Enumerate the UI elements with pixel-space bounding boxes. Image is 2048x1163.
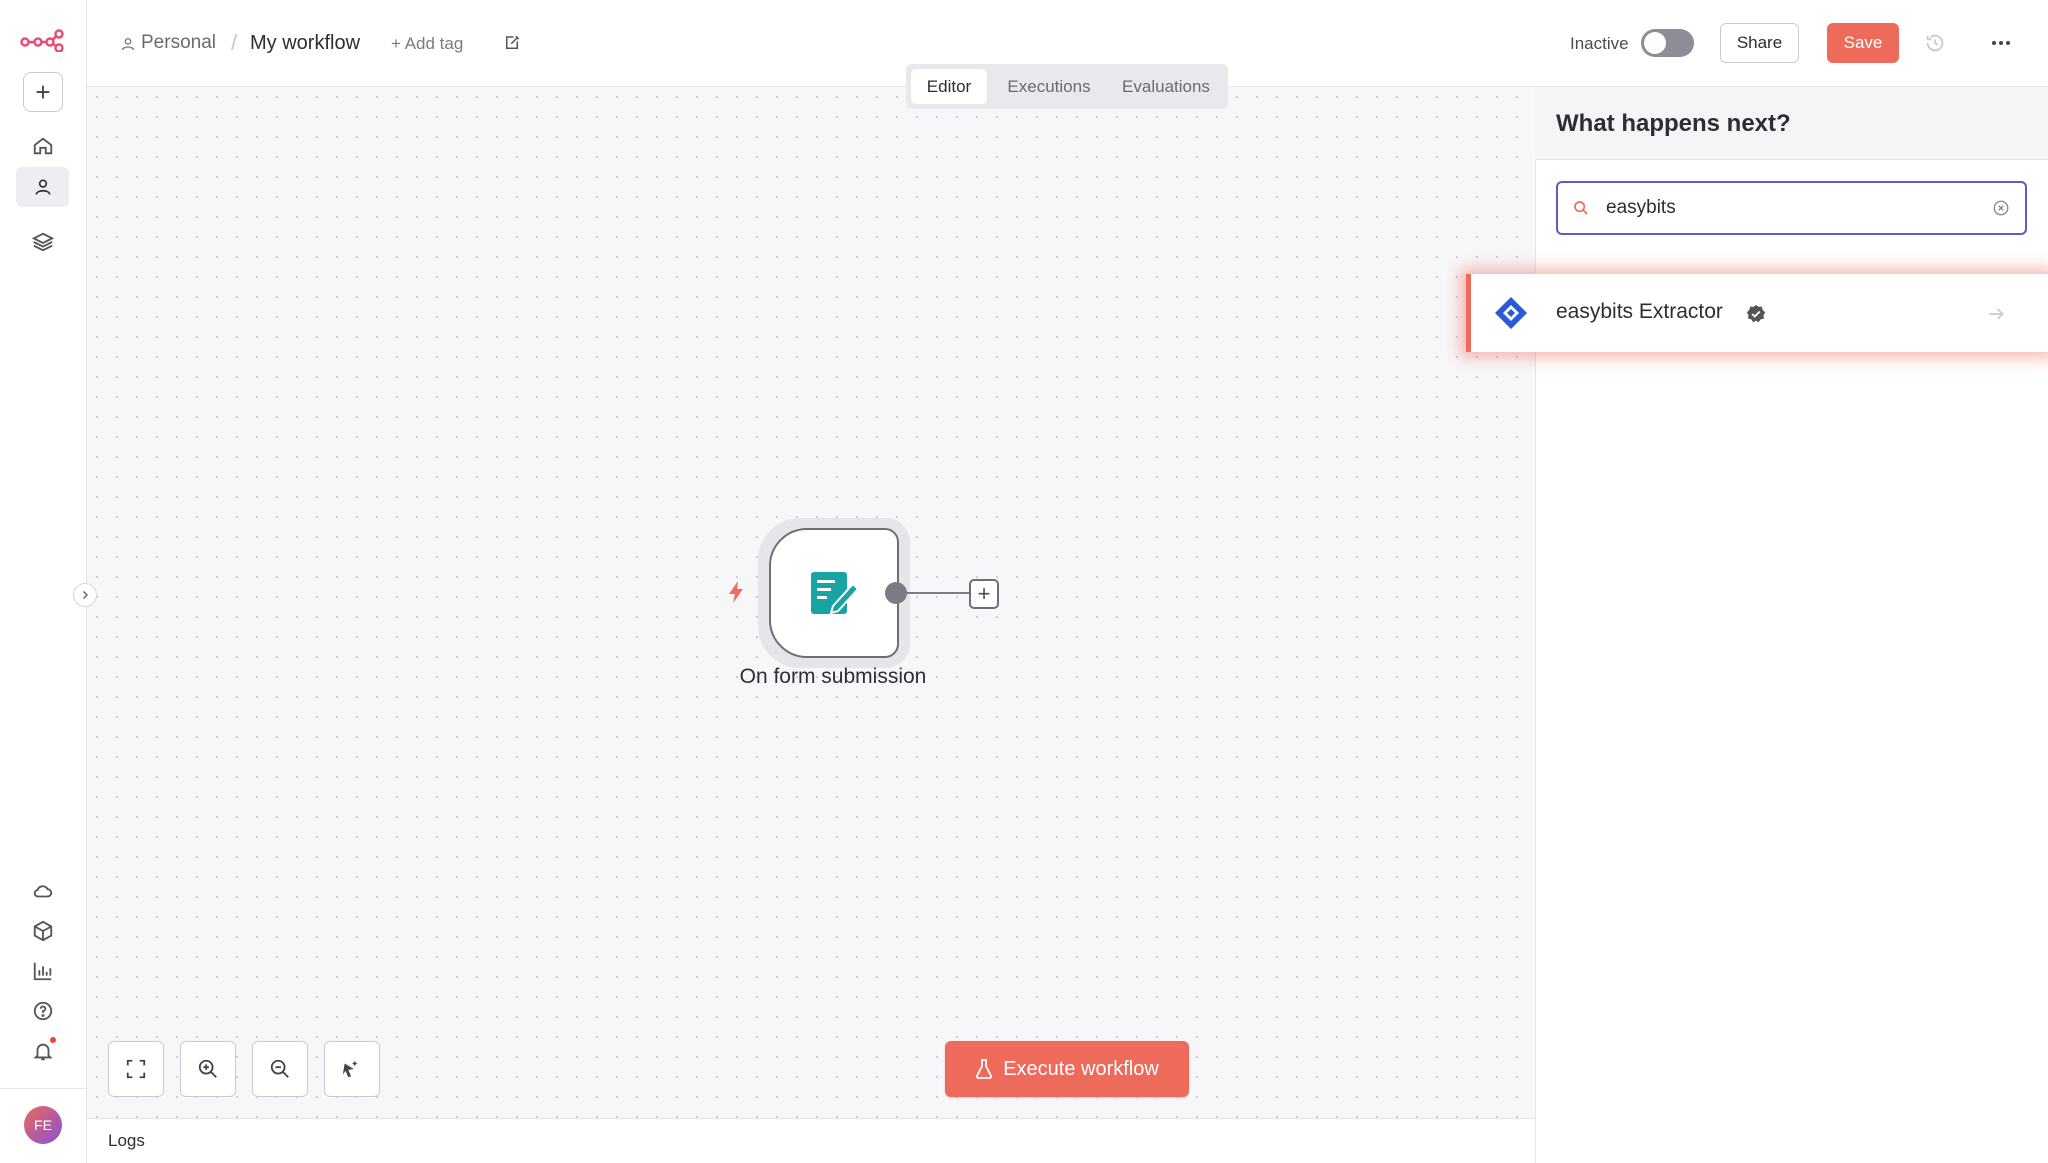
user-avatar[interactable]: FE [24, 1106, 62, 1144]
sidebar-item-templates[interactable] [23, 911, 63, 951]
active-status-label: Inactive [1570, 34, 1629, 53]
zoom-in-button[interactable] [180, 1041, 236, 1097]
breadcrumb-separator: / [231, 30, 238, 55]
share-button[interactable]: Share [1720, 23, 1799, 63]
sidebar-item-help[interactable] [23, 991, 63, 1031]
execute-workflow-button[interactable]: Execute workflow [945, 1041, 1189, 1097]
node-search-input[interactable] [1606, 192, 1986, 224]
expand-sidebar-button[interactable] [73, 583, 97, 607]
person-icon [122, 38, 134, 51]
fit-view-icon [126, 1059, 146, 1079]
sidebar-item-notifications[interactable] [23, 1031, 63, 1071]
flask-icon [976, 1059, 993, 1079]
form-icon [811, 572, 860, 615]
active-toggle[interactable] [1641, 29, 1694, 57]
node-output-handle[interactable] [885, 582, 907, 604]
clear-search-icon[interactable] [1992, 199, 2010, 217]
workflow-name[interactable]: My workflow [250, 32, 360, 55]
tab-evaluations[interactable]: Evaluations [1109, 69, 1223, 104]
tidy-up-icon [342, 1060, 358, 1078]
logs-label[interactable]: Logs [108, 1131, 145, 1151]
easybits-logo-icon [1495, 297, 1527, 329]
add-node-button[interactable]: + [969, 579, 999, 609]
fit-view-button[interactable] [108, 1041, 164, 1097]
toggle-knob [1644, 32, 1666, 54]
trigger-bolt-icon [729, 581, 743, 603]
sidebar-divider [0, 1088, 87, 1089]
zoom-out-button[interactable] [252, 1041, 308, 1097]
left-sidebar: + FE [0, 0, 87, 1163]
help-icon [33, 1001, 53, 1021]
sidebar-item-projects[interactable] [23, 222, 63, 262]
zoom-out-icon [270, 1059, 289, 1078]
node-connector [905, 592, 969, 594]
tab-editor[interactable]: Editor [911, 69, 987, 104]
save-button[interactable]: Save [1827, 23, 1899, 63]
verified-badge-icon [1746, 304, 1766, 323]
trigger-node[interactable] [769, 528, 899, 658]
n8n-logo-icon[interactable] [20, 28, 64, 52]
plus-icon: + [977, 581, 991, 606]
zoom-in-icon [198, 1059, 217, 1078]
cloud-icon [33, 885, 53, 898]
trigger-node-label: On form submission [739, 665, 927, 688]
tidy-up-button[interactable] [324, 1041, 380, 1097]
ellipsis-icon [1992, 41, 2010, 45]
node-creator-panel [1535, 87, 2048, 1163]
search-icon [1574, 201, 1588, 215]
sidebar-item-personal[interactable] [16, 167, 69, 207]
view-tabs: Editor Executions Evaluations [906, 64, 1228, 109]
create-button[interactable]: + [23, 72, 63, 112]
bell-icon [33, 1043, 53, 1061]
sidebar-item-cloud[interactable] [23, 871, 63, 911]
breadcrumb-project[interactable]: Personal [141, 32, 216, 54]
execute-workflow-label: Execute workflow [1003, 1057, 1159, 1080]
box-icon [33, 920, 53, 942]
logs-panel[interactable] [87, 1118, 1535, 1163]
add-tag-button[interactable]: + Add tag [391, 34, 463, 54]
avatar-initials: FE [34, 1117, 52, 1133]
edit-description-icon[interactable] [503, 34, 521, 52]
sidebar-item-insights[interactable] [23, 951, 63, 991]
notification-badge [50, 1037, 56, 1043]
sidebar-item-home[interactable] [23, 126, 63, 166]
person-icon [35, 179, 50, 195]
home-icon [33, 137, 53, 155]
search-result-label: easybits Extractor [1556, 300, 1723, 323]
tab-executions[interactable]: Executions [994, 69, 1104, 104]
chart-icon [33, 962, 52, 981]
layers-icon [32, 232, 54, 252]
arrow-right-icon [1989, 308, 2004, 320]
panel-title: What happens next? [1556, 110, 1791, 137]
history-icon[interactable] [1924, 32, 1946, 54]
plus-icon: + [35, 77, 51, 107]
more-options-button[interactable] [1988, 30, 2014, 56]
chevron-right-icon [82, 590, 89, 600]
